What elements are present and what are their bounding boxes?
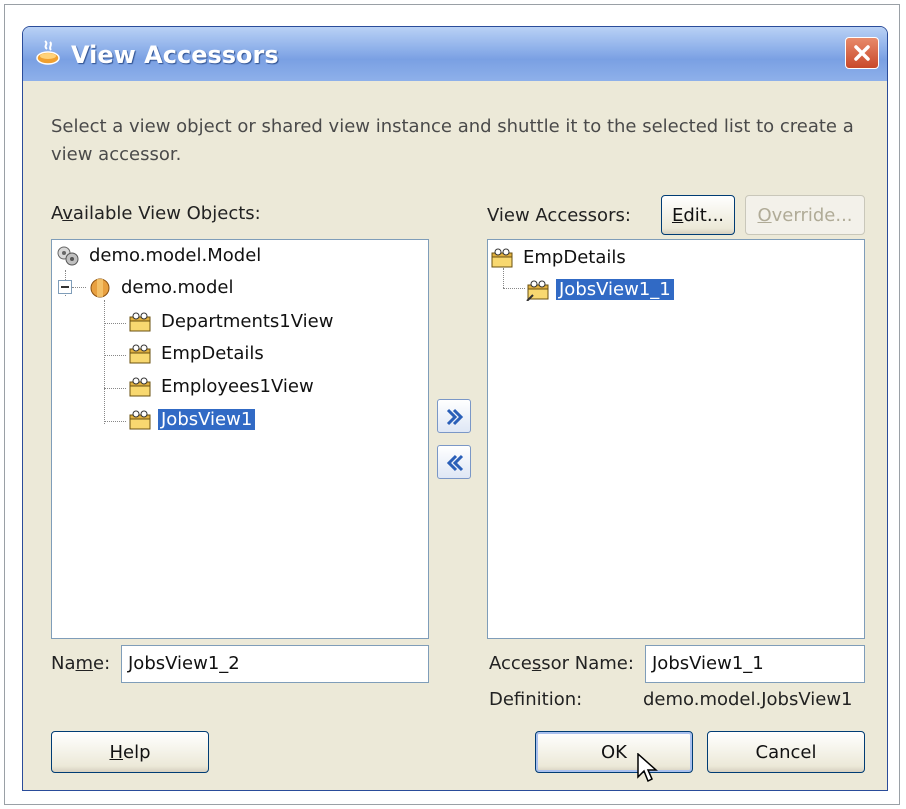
dialog-description: Select a view object or shared view inst… (51, 116, 854, 165)
view-accessors-label: View Accessors: (487, 205, 631, 226)
tree-connector (72, 287, 86, 288)
accessor-name-label: Accessor Name: (489, 653, 634, 674)
accessor-name-input[interactable]: JobsView1_1 (645, 645, 865, 683)
available-view-objects-label: Available View Objects: (51, 203, 261, 224)
view-accessors-tree[interactable]: EmpDetails JobsView1_1 (487, 239, 865, 639)
tree-connector (104, 323, 126, 324)
tree-node-package[interactable]: demo.model (88, 274, 237, 302)
mouse-pointer-icon (637, 753, 658, 783)
edit-button[interactable]: Edit... (661, 195, 735, 235)
dialog-title: View Accessors (71, 41, 279, 69)
tree-node-departments1view[interactable]: Departments1View (128, 308, 336, 336)
package-icon (90, 278, 110, 298)
view-object-icon (129, 410, 151, 430)
available-view-objects-tree[interactable]: demo.model.Model demo.model Departments1… (51, 239, 429, 639)
tree-connector (104, 388, 126, 389)
close-icon (854, 45, 870, 61)
name-label: Name: (51, 653, 111, 674)
jdeveloper-app-icon (36, 40, 60, 65)
view-object-icon (491, 248, 513, 268)
title-bar[interactable]: View Accessors (23, 27, 887, 81)
help-button[interactable]: Help (51, 731, 209, 773)
override-button[interactable]: Override... (745, 195, 865, 235)
tree-connector (503, 288, 525, 289)
tree-node-jobsview1[interactable]: JobsView1 (128, 406, 256, 434)
view-accessor-icon (526, 280, 549, 301)
tree-connector (104, 300, 105, 424)
application-module-icon (57, 246, 79, 266)
cancel-button[interactable]: Cancel (707, 731, 865, 773)
double-chevron-right-icon (446, 408, 464, 426)
definition-value: demo.model.JobsView1 (643, 689, 853, 710)
view-object-icon (129, 312, 151, 332)
collapse-toggle[interactable] (58, 280, 72, 294)
view-object-icon (129, 377, 151, 397)
tree-node-empdetails[interactable]: EmpDetails (128, 340, 267, 368)
ok-button[interactable]: OK (535, 731, 693, 773)
tree-node-employees1view[interactable]: Employees1View (128, 373, 317, 401)
double-chevron-left-icon (446, 454, 464, 472)
close-button[interactable] (845, 37, 879, 69)
view-accessors-dialog: View Accessors Select a view object or s… (22, 26, 888, 791)
tree-connector (104, 421, 126, 422)
tree-node-model[interactable]: demo.model.Model (56, 242, 264, 270)
accessor-node-jobsview1-1[interactable]: JobsView1_1 (526, 276, 674, 304)
name-input[interactable]: JobsView1_2 (121, 645, 429, 683)
shuttle-add-button[interactable] (437, 399, 471, 433)
view-object-icon (129, 344, 151, 364)
definition-label: Definition: (489, 689, 583, 710)
accessor-node-empdetails[interactable]: EmpDetails (490, 244, 629, 272)
tree-connector (104, 355, 126, 356)
shuttle-remove-button[interactable] (437, 445, 471, 479)
